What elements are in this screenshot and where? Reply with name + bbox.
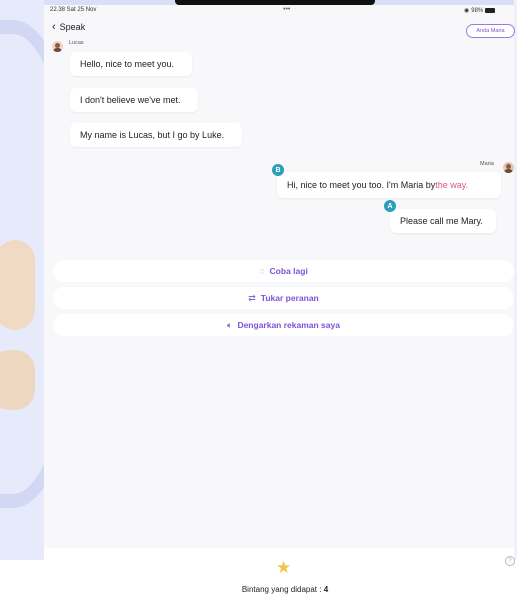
avatar-maria <box>503 162 514 173</box>
swap-label: Tukar peranan <box>260 293 319 303</box>
back-label: Speak <box>59 22 86 32</box>
role-pill[interactable]: Anda Maria <box>466 24 515 38</box>
status-time-date: 22.38 Sat 25 Nov <box>50 7 97 13</box>
stars-count: 4 <box>323 585 329 594</box>
speaker-icon: 🔈︎ <box>227 319 233 330</box>
grade-badge: A <box>384 200 396 212</box>
message-bubble-lucas: Hello, nice to meet you. <box>70 52 192 76</box>
battery-percent: 98% <box>471 7 484 14</box>
speaker-name-maria: Maria <box>480 161 494 167</box>
message-bubble-maria: Hi, nice to meet you too. I'm Maria by t… <box>277 172 501 198</box>
stars-earned: Bintang yang didapat : 4 <box>0 585 517 594</box>
help-icon[interactable]: ? <box>505 556 515 566</box>
chevron-left-icon: ‹ <box>52 20 56 33</box>
mispronounced-text: the way. <box>435 180 469 190</box>
battery-icon <box>485 8 496 13</box>
message-bubble-maria: Please call me Mary. <box>390 209 496 233</box>
back-button[interactable]: ‹ Speak <box>52 20 86 33</box>
avatar-body <box>53 48 62 52</box>
retry-button[interactable]: ◌ Coba lagi <box>53 260 514 282</box>
status-right: ◉ 98% <box>464 7 496 14</box>
stars-label: Bintang yang didapat : <box>241 585 324 594</box>
swap-roles-button[interactable]: ⇄ Tukar peranan <box>53 287 514 309</box>
message-bubble-lucas: My name is Lucas, but I go by Luke. <box>70 123 242 147</box>
watermark-orange-shape <box>0 240 35 330</box>
watermark-orange-shape <box>0 350 35 410</box>
listen-label: Dengarkan rekaman saya <box>237 320 340 330</box>
wifi-icon: ◉ <box>464 8 470 14</box>
star-icon: ★ <box>276 558 292 577</box>
message-text: Hi, nice to meet you too. I'm Maria by <box>287 180 436 190</box>
speaker-name-lucas: Lucas <box>69 40 84 46</box>
swap-icon: ⇄ <box>248 292 256 303</box>
refresh-icon: ◌ <box>259 266 265 276</box>
message-bubble-lucas: I don't believe we've met. <box>70 88 198 112</box>
status-dots: ••• <box>283 6 291 13</box>
avatar-lucas <box>52 41 63 52</box>
avatar-body <box>504 169 513 173</box>
listen-recording-button[interactable]: 🔈︎ Dengarkan rekaman saya <box>53 314 514 336</box>
retry-label: Coba lagi <box>269 266 308 276</box>
grade-badge: B <box>272 164 284 176</box>
